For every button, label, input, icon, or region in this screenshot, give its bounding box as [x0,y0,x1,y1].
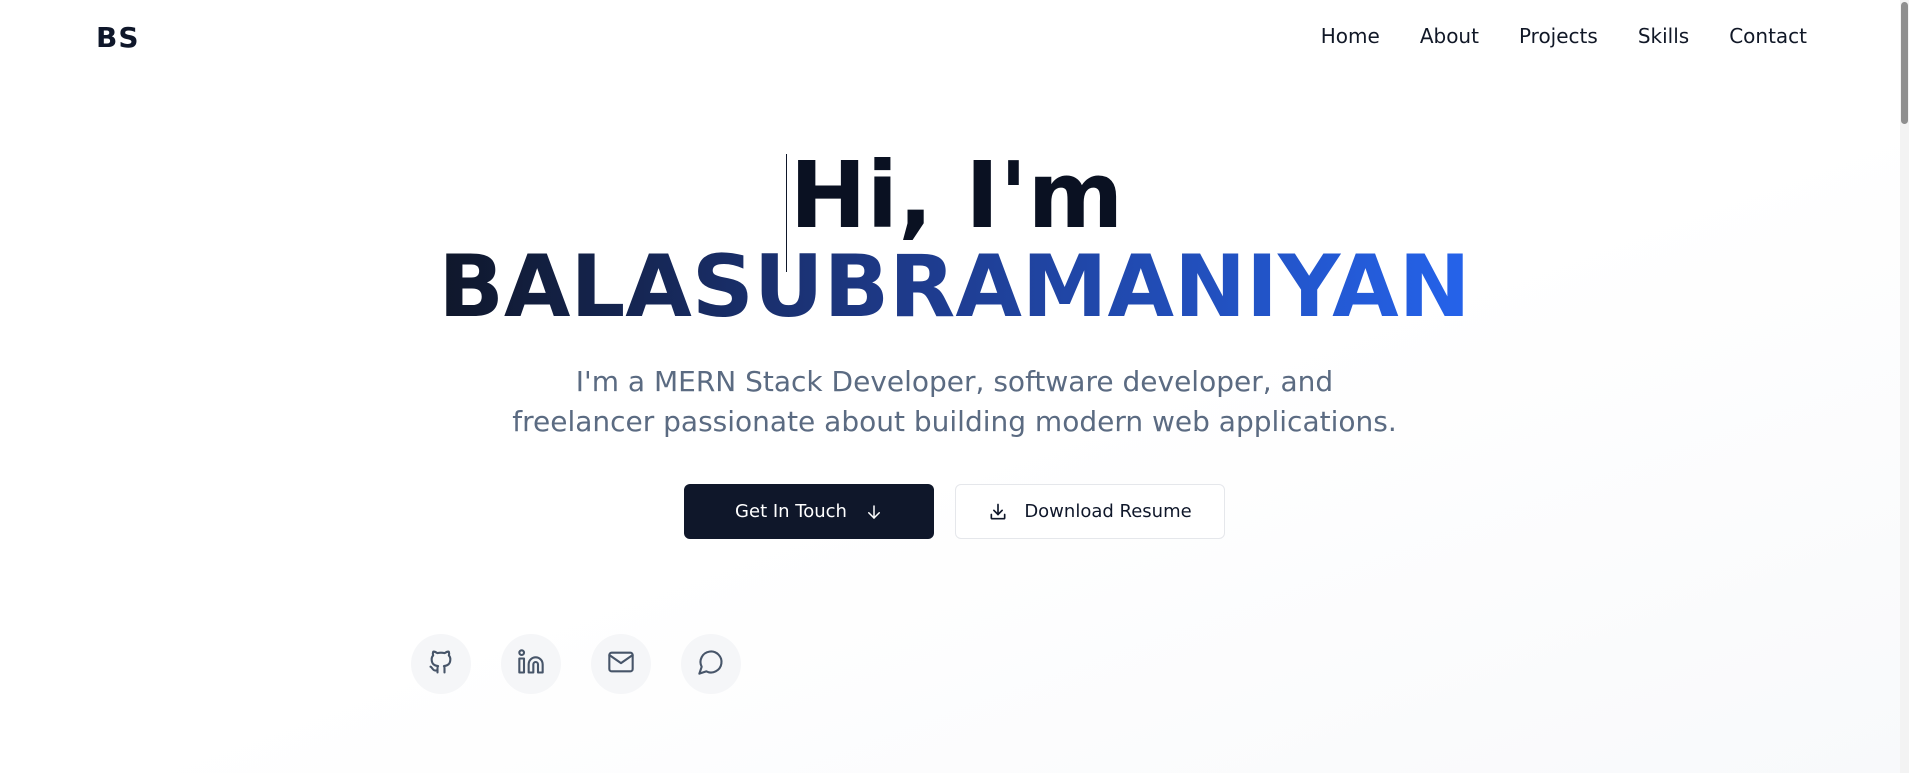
nav-link-projects[interactable]: Projects [1519,24,1598,48]
linkedin-icon [517,648,545,681]
hero-greeting-text: Hi, I'm [789,142,1124,249]
chat-icon [697,648,725,681]
tagline-line-1: I'm a MERN Stack Developer, software dev… [575,365,1334,398]
download-resume-button[interactable]: Download Resume [955,484,1225,539]
site-logo[interactable]: BS [96,21,140,54]
hero-tagline: I'm a MERN Stack Developer, software dev… [505,362,1405,442]
download-resume-label: Download Resume [1024,501,1192,522]
hero-greeting: Hi, I'm [785,150,1123,272]
email-link[interactable] [591,634,651,694]
hero-name: BALASUBRAMANIYAN [438,237,1471,337]
github-link[interactable] [411,634,471,694]
scrollbar-thumb[interactable] [1901,2,1908,124]
get-in-touch-label: Get In Touch [735,501,847,522]
get-in-touch-button[interactable]: Get In Touch [684,484,934,539]
download-icon [988,502,1008,522]
typing-caret [785,154,787,272]
tagline-line-2: freelancer passionate about building mod… [512,405,1397,438]
nav-link-contact[interactable]: Contact [1729,24,1807,48]
github-icon [427,648,455,681]
top-navigation: BS Home About Projects Skills Contact [0,0,1909,74]
mail-icon [607,648,635,681]
page-scrollbar[interactable] [1900,0,1909,773]
nav-link-about[interactable]: About [1420,24,1479,48]
nav-links: Home About Projects Skills Contact [1321,24,1807,48]
nav-link-home[interactable]: Home [1321,24,1380,48]
hero-section: Hi, I'm BALASUBRAMANIYAN I'm a MERN Stac… [0,150,1909,539]
linkedin-link[interactable] [501,634,561,694]
hero-actions: Get In Touch Download Resume [0,484,1909,539]
nav-link-skills[interactable]: Skills [1638,24,1689,48]
arrow-down-icon [865,503,883,521]
social-links [411,634,741,694]
chat-link[interactable] [681,634,741,694]
